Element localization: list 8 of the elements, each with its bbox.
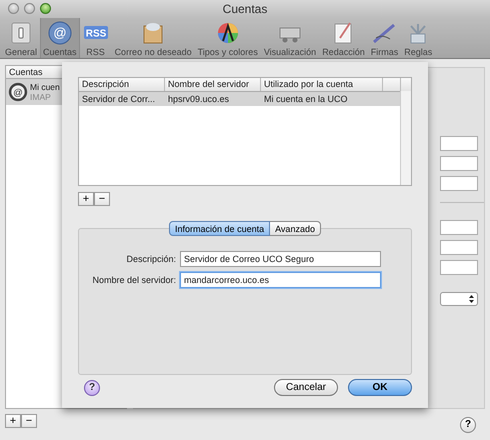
table-cell-text: hpsrv09.uco.es bbox=[167, 93, 230, 106]
table-cell-text: Servidor de Corr... bbox=[81, 93, 156, 106]
window-title: Cuentas bbox=[222, 2, 268, 16]
at-sign-icon: @ bbox=[46, 20, 73, 46]
field-label: Nombre del servidor: bbox=[91, 275, 176, 285]
table-cell-text: Mi cuenta en la UCO bbox=[263, 93, 349, 106]
field-label: Descripción: bbox=[125, 254, 176, 264]
at-sign-icon: @ bbox=[8, 82, 28, 102]
